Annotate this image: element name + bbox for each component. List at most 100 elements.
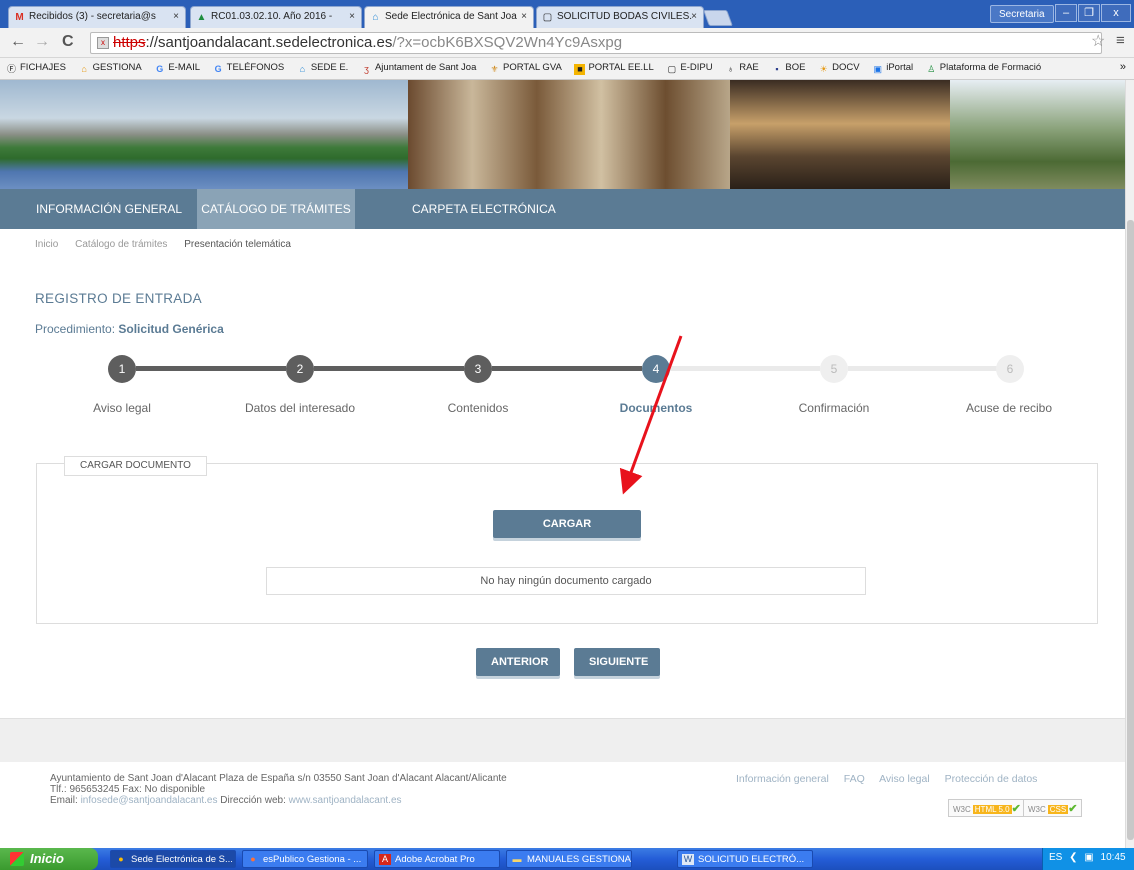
insecure-lock-icon: x <box>97 37 109 49</box>
language-indicator[interactable]: ES <box>1049 852 1062 863</box>
nav-catalogo-tramites[interactable]: CATÁLOGO DE TRÁMITES <box>197 189 355 229</box>
bookmark-portal-gva[interactable]: ⚜ PORTAL GVA <box>489 62 561 75</box>
nav-informacion-general[interactable]: INFORMACIÓN GENERAL <box>18 189 200 229</box>
procedure-value: Solicitud Genérica <box>118 322 224 336</box>
back-button[interactable]: ANTERIOR <box>476 648 560 676</box>
back-arrow-icon[interactable]: ← <box>10 33 26 51</box>
uploaded-documents-list: No hay ningún documento cargado <box>266 567 866 595</box>
forward-arrow-icon[interactable]: → <box>34 33 50 51</box>
page-viewport: INFORMACIÓN GENERAL CATÁLOGO DE TRÁMITES… <box>0 80 1125 848</box>
google-icon: G <box>214 64 222 74</box>
taskbar-item-acrobat[interactable]: A Adobe Acrobat Pro <box>374 850 500 868</box>
nav-carpeta-electronica[interactable]: CARPETA ELECTRÓNICA <box>394 189 574 229</box>
start-button[interactable]: Inicio <box>0 848 98 870</box>
tab-title: Recibidos (3) - secretaria@s <box>29 11 156 22</box>
taskbar-item-word[interactable]: W SOLICITUD ELECTRÓ... <box>677 850 813 868</box>
browser-menu-icon[interactable]: ≡ <box>1116 32 1125 49</box>
new-tab-button[interactable] <box>703 10 733 26</box>
bookmark-docv[interactable]: ☀ DOCV <box>818 62 860 75</box>
close-window-icon[interactable]: x <box>1101 4 1131 22</box>
tray-arrow-icon[interactable]: ❮ <box>1069 852 1077 863</box>
step-4-circle: 4 <box>642 355 670 383</box>
windows-flag-icon <box>10 852 24 866</box>
folder-icon: ▬ <box>512 854 522 864</box>
gestiona-icon: ⌂ <box>81 64 87 74</box>
banner-photo-town-hall <box>408 80 730 189</box>
portal-eell-icon: ■ <box>574 64 586 75</box>
fichajes-icon: Ⓕ <box>6 64 16 74</box>
browser-tab-drive[interactable]: ▲ RC01.03.02.10. Año 2016 - × <box>190 6 362 28</box>
breadcrumb-catalogo[interactable]: Catálogo de trámites <box>75 239 167 250</box>
header-banner <box>0 80 1125 189</box>
bookmark-boe[interactable]: ▪ BOE <box>771 62 805 75</box>
url-scheme: https <box>113 34 146 51</box>
network-icon[interactable]: ▣ <box>1084 852 1093 863</box>
footer-links: Información general FAQ Aviso legal Prot… <box>736 773 1049 785</box>
step-2-label: Datos del interesado <box>244 401 356 415</box>
bookmark-plataforma[interactable]: ♙ Plataforma de Formació <box>926 62 1041 75</box>
taskbar-item-folder[interactable]: ▬ MANUALES GESTIONA <box>506 850 632 868</box>
w3c-html5-badge[interactable]: W3C HTML 5.0 ✔ <box>948 799 1026 817</box>
browser-tab-sede[interactable]: ⌂ Sede Electrónica de Sant Joa × <box>364 6 534 28</box>
next-button[interactable]: SIGUIENTE <box>574 648 660 676</box>
close-tab-icon[interactable]: × <box>521 11 527 22</box>
breadcrumb-inicio[interactable]: Inicio <box>35 239 58 250</box>
bookmark-e-dipu[interactable]: ▢ E-DIPU <box>666 62 713 75</box>
footer-link-aviso-legal[interactable]: Aviso legal <box>879 773 930 785</box>
upload-document-button[interactable]: CARGAR DOCUMENTO <box>493 510 641 558</box>
step-3-circle: 3 <box>464 355 492 383</box>
bookmark-iportal[interactable]: ▣ iPortal <box>872 62 913 75</box>
reload-icon[interactable]: C <box>62 33 74 51</box>
browser-tab-solicitud[interactable]: ▢ SOLICITUD BODAS CIVILES. × <box>536 6 704 28</box>
page-scrollbar[interactable] <box>1125 80 1134 848</box>
email-label: Email: <box>50 795 78 806</box>
url-host: ://santjoandalacant.sedelectronica.es <box>145 34 393 51</box>
step-connector <box>848 366 998 371</box>
w3c-css-badge[interactable]: W3C CSS ✔ <box>1023 799 1083 817</box>
bookmark-star-icon[interactable]: ☆ <box>1091 31 1105 51</box>
bookmark-gestiona[interactable]: ⌂ GESTIONA <box>79 62 141 75</box>
taskbar-item-firefox[interactable]: ● esPublico Gestiona - ... <box>242 850 368 868</box>
bookmark-sede[interactable]: ⌂ SEDE E. <box>297 62 349 75</box>
url-path: /?x=ocbK6BXSQV2Wn4Yc9Asxpg <box>392 34 623 51</box>
step-4-label: Documentos <box>619 401 693 415</box>
google-icon: G <box>156 64 164 74</box>
close-tab-icon[interactable]: × <box>691 11 697 22</box>
step-6-label: Acuse de recibo <box>965 401 1053 415</box>
minimize-icon[interactable]: – <box>1055 4 1077 22</box>
phone-text: Tlf.: 965653245 Fax: No disponible <box>50 784 206 795</box>
bookmark-ajuntament[interactable]: ʒ Ajuntament de Sant Joa <box>361 62 476 75</box>
taskbar-item-chrome[interactable]: ● Sede Electrónica de S... <box>110 850 236 868</box>
more-bookmarks-icon[interactable]: » <box>1120 61 1126 73</box>
footer-link-proteccion[interactable]: Protección de datos <box>945 773 1038 785</box>
web-label: Dirección web: <box>220 795 286 806</box>
banner-photo-interior <box>730 80 950 189</box>
sede-icon: ⌂ <box>299 64 306 74</box>
breadcrumb-current: Presentación telemática <box>184 239 291 250</box>
browser-tab-gmail[interactable]: M Recibidos (3) - secretaria@s × <box>8 6 186 28</box>
bookmark-portal-eell[interactable]: ■ PORTAL EE.LL <box>574 62 654 75</box>
step-5-label: Confirmación <box>798 401 870 415</box>
footer-band <box>0 718 1125 762</box>
url-bar[interactable]: x https://santjoandalacant.sedelectronic… <box>90 32 1102 54</box>
email-link[interactable]: infosede@santjoandalacant.es <box>81 795 218 806</box>
check-icon: ✔ <box>1011 803 1021 815</box>
web-link[interactable]: www.santjoandalacant.es <box>289 795 402 806</box>
close-tab-icon[interactable]: × <box>173 11 179 22</box>
close-tab-icon[interactable]: × <box>349 11 355 22</box>
profile-button[interactable]: Secretaria <box>990 5 1054 23</box>
bookmark-telefonos[interactable]: G TELÉFONOS <box>213 62 285 75</box>
bookmark-email[interactable]: G E-MAIL <box>154 62 200 75</box>
bookmark-fichajes[interactable]: Ⓕ FICHAJES <box>6 62 66 75</box>
gmail-icon: M <box>15 12 24 23</box>
scrollbar-thumb[interactable] <box>1127 220 1134 840</box>
drive-icon: ▲ <box>196 12 207 23</box>
footer-link-informacion[interactable]: Información general <box>736 773 829 785</box>
step-3-label: Contenidos <box>447 401 509 415</box>
procedure-info: Procedimiento: Solicitud Genérica <box>35 322 224 336</box>
bookmark-rae[interactable]: ♁ RAE <box>725 62 758 75</box>
restore-icon[interactable]: ❐ <box>1078 4 1100 22</box>
plataforma-icon: ♙ <box>927 64 936 74</box>
footer-link-faq[interactable]: FAQ <box>844 773 865 785</box>
ajuntament-icon: ʒ <box>364 64 369 74</box>
